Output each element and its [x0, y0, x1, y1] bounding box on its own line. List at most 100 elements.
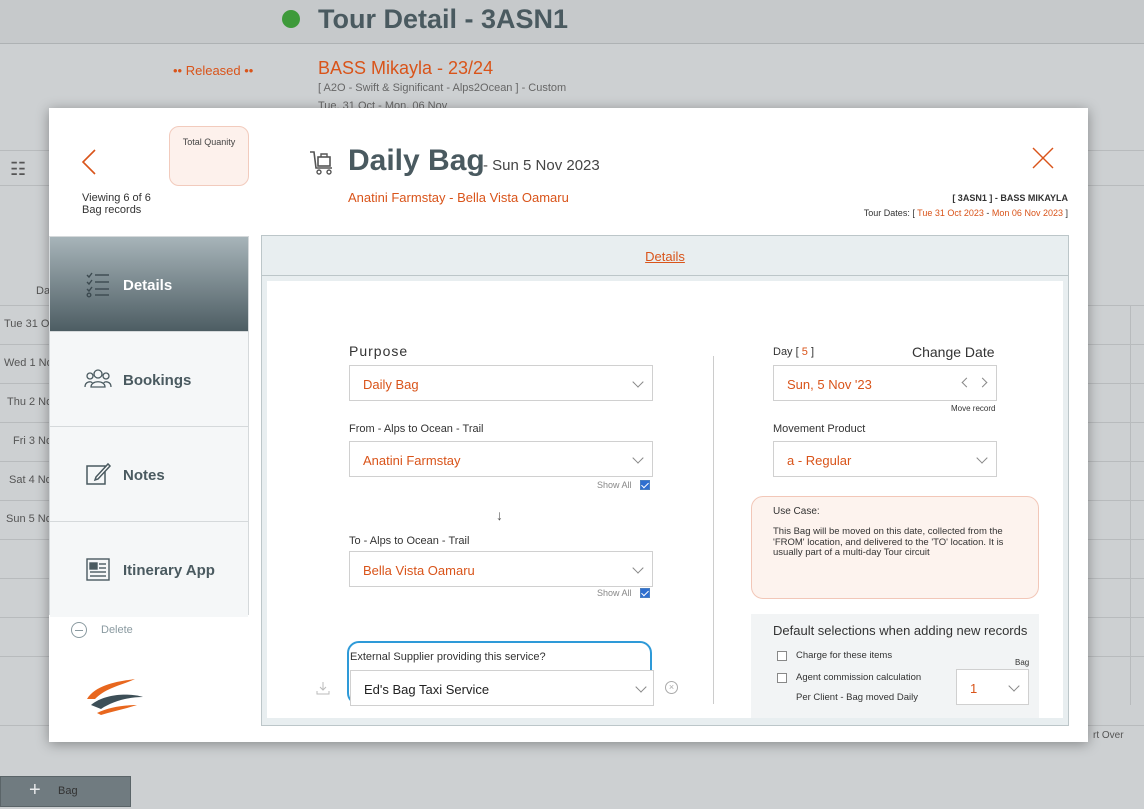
from-label: From - Alps to Ocean - Trail	[349, 423, 484, 435]
show-all-label: Show All	[597, 588, 632, 598]
people-icon: ☷	[10, 159, 27, 179]
defaults-box: Default selections when adding new recor…	[751, 614, 1039, 718]
nav-item-notes[interactable]: Notes	[50, 427, 248, 522]
charge-label: Charge for these items	[796, 650, 893, 661]
add-bag-label: Bag	[58, 785, 78, 797]
record-counter-line: Bag records	[82, 204, 142, 216]
chevron-down-icon	[1008, 680, 1020, 692]
to-show-all-checkbox[interactable]	[639, 588, 650, 598]
movement-label: Movement Product	[773, 423, 866, 435]
tour-dates: Tour Dates: [ Tue 31 Oct 2023 - Mon 06 N…	[864, 208, 1068, 218]
start-over-link[interactable]: rt Over	[1093, 730, 1124, 741]
back-arrow-icon[interactable]	[81, 148, 97, 176]
supplier-select[interactable]: Ed's Bag Taxi Service	[350, 670, 654, 706]
nav-label: Itinerary App	[123, 562, 215, 579]
chevron-left-icon[interactable]	[961, 377, 972, 388]
to-label: To - Alps to Ocean - Trail	[349, 535, 470, 547]
charge-checkbox[interactable]	[777, 650, 787, 661]
bg-row-label: Thu 2 No	[7, 396, 53, 408]
close-icon[interactable]	[1031, 146, 1055, 170]
nav-item-details[interactable]: Details	[50, 237, 248, 332]
chevron-down-icon	[632, 562, 644, 574]
status-dot	[282, 10, 300, 28]
day-label-text: Day [	[773, 346, 799, 358]
chevron-right-icon[interactable]	[977, 377, 988, 388]
luggage-cart-icon	[310, 151, 332, 175]
bg-column-header: Da	[36, 285, 51, 297]
use-case-title: Use Case:	[773, 506, 820, 517]
delete-button[interactable]: Delete	[71, 622, 133, 638]
to-select[interactable]: Bella Vista Oamaru	[349, 551, 653, 587]
day-label: Day [ 5 ]	[773, 346, 814, 358]
change-date-link[interactable]: Change Date	[912, 344, 995, 360]
date-field[interactable]: Sun, 5 Nov '23	[773, 365, 997, 401]
bg-header: Tour Detail - 3ASN1	[0, 0, 1144, 44]
from-value: Anatini Farmstay	[363, 453, 461, 468]
side-nav: Details Bookings Notes Itinerary App	[49, 236, 249, 617]
chevron-down-icon	[632, 376, 644, 388]
bg-row-label: Sun 5 No	[6, 513, 52, 525]
column-divider	[713, 356, 714, 704]
modal-location: Anatini Farmstay - Bella Vista Oamaru	[348, 190, 569, 205]
bg-row-label: Fri 3 No	[13, 435, 53, 447]
bg-row-label: Wed 1 No	[4, 357, 53, 369]
bg-client: BASS Mikayla - 23/24	[318, 58, 494, 78]
chevron-down-icon	[976, 452, 988, 464]
from-show-all-checkbox[interactable]	[639, 480, 650, 490]
to-value: Bella Vista Oamaru	[363, 563, 475, 578]
quantity-value: 1	[970, 681, 978, 696]
bg-divider	[1130, 305, 1131, 705]
nav-item-bookings[interactable]: Bookings	[50, 332, 248, 427]
delete-label: Delete	[101, 624, 133, 636]
per-client-label: Per Client - Bag moved Daily	[796, 692, 918, 703]
tab-details[interactable]: Details	[262, 236, 1068, 276]
quantity-select[interactable]: 1	[956, 669, 1029, 705]
add-bag-button[interactable]: + Bag	[0, 776, 131, 807]
agent-commission-checkbox[interactable]	[777, 672, 787, 683]
bg-page-title: Tour Detail - 3ASN1	[318, 4, 569, 34]
plus-icon: +	[29, 779, 41, 801]
download-icon[interactable]	[316, 681, 330, 695]
daily-bag-modal: Viewing 6 of 6 Bag records Total Quanity…	[49, 108, 1088, 742]
record-counter: Viewing 6 of 6 Bag records	[82, 192, 202, 216]
tour-dates-separator: -	[986, 208, 990, 218]
tour-end-date: Mon 06 Nov 2023	[991, 208, 1063, 218]
show-all-label: Show All	[597, 480, 632, 490]
agent-option: Agent commission calculation	[777, 672, 921, 683]
defaults-title: Default selections when adding new recor…	[773, 623, 1028, 638]
to-show-all: Show All	[597, 588, 650, 598]
minus-circle-icon	[71, 622, 87, 638]
bg-subtitle: [ A2O - Swift & Significant - Alps2Ocean…	[318, 82, 567, 94]
details-panel: Details Purpose Daily Bag From - Alps to…	[261, 235, 1069, 726]
checklist-icon	[86, 272, 109, 298]
clear-icon[interactable]: ×	[665, 681, 678, 694]
movement-value: a - Regular	[787, 453, 852, 468]
nav-label: Notes	[123, 467, 165, 484]
agent-commission-label: Agent commission calculation	[796, 672, 922, 683]
chevron-down-icon	[632, 452, 644, 464]
bg-status: •• Released ••	[173, 63, 254, 78]
total-quantity-box: Total Quanity	[169, 126, 249, 186]
bg-row-label: Tue 31 O	[4, 318, 50, 330]
movement-select[interactable]: a - Regular	[773, 441, 997, 477]
nav-label: Bookings	[123, 372, 192, 389]
chevron-down-icon	[635, 681, 647, 693]
purpose-select[interactable]: Daily Bag	[349, 365, 653, 401]
record-counter-line: Viewing 6 of 6	[82, 192, 151, 204]
from-select[interactable]: Anatini Farmstay	[349, 441, 653, 477]
day-number: 5	[801, 346, 808, 358]
tour-start-date: Tue 31 Oct 2023	[917, 208, 984, 218]
bg-row-label: Sat 4 No	[9, 474, 52, 486]
tour-dates-close: ]	[1065, 208, 1068, 218]
purpose-value: Daily Bag	[363, 377, 419, 392]
use-case-text: This Bag will be moved on this date, col…	[773, 526, 1004, 558]
total-quantity-label: Total Quanity	[182, 137, 236, 147]
brand-logo	[87, 679, 143, 715]
bag-label: Bag	[1015, 658, 1030, 667]
nav-item-itinerary-app[interactable]: Itinerary App	[50, 522, 248, 617]
from-show-all: Show All	[597, 480, 650, 490]
supplier-label: External Supplier providing this service…	[350, 651, 546, 663]
tour-code: [ 3ASN1 ] - BASS MIKAYLA	[952, 193, 1068, 203]
arrow-down-icon: ↓	[496, 507, 503, 523]
day-label-close: ]	[810, 346, 814, 358]
